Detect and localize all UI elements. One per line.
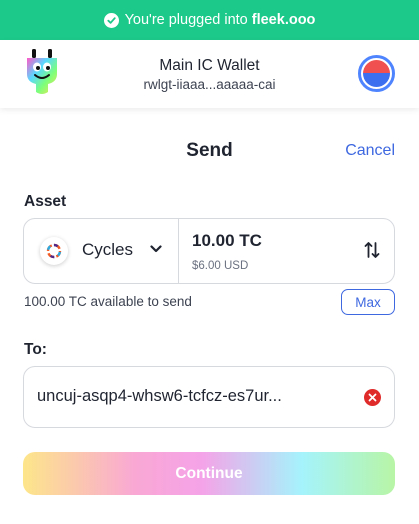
continue-button[interactable]: Continue: [23, 452, 395, 495]
recipient-field[interactable]: uncuj-asqp4-whsw6-tcfcz-es7ur...: [23, 366, 395, 428]
wallet-principal-id[interactable]: rwlgt-iiaaa...aaaaa-cai: [0, 77, 419, 92]
clear-icon[interactable]: [364, 389, 381, 406]
wallet-header: Main IC Wallet rwlgt-iiaaa...aaaaa-cai: [0, 40, 419, 108]
chevron-down-icon: [150, 245, 162, 253]
recipient-address[interactable]: uncuj-asqp4-whsw6-tcfcz-es7ur...: [37, 387, 282, 406]
max-button[interactable]: Max: [341, 289, 395, 315]
usd-value: $6.00 USD: [192, 260, 249, 272]
cancel-button[interactable]: Cancel: [345, 142, 395, 160]
token-selector[interactable]: Cycles: [24, 219, 179, 283]
wallet-name: Main IC Wallet: [159, 57, 260, 74]
swap-arrows-icon[interactable]: [364, 240, 380, 260]
token-name: Cycles: [82, 240, 134, 259]
account-avatar[interactable]: [358, 55, 395, 92]
check-circle-icon: [103, 12, 119, 28]
plug-status-banner: You're plugged into fleek.ooo: [0, 0, 419, 40]
asset-input-group: Cycles 10.00 TC $6.00 USD: [23, 218, 395, 284]
asset-label: Asset: [24, 193, 67, 210]
cycles-icon: [40, 237, 68, 265]
banner-text: You're plugged into: [124, 12, 248, 28]
to-label: To:: [24, 341, 47, 358]
amount-input[interactable]: 10.00 TC: [192, 231, 262, 251]
available-balance: 100.00 TC available to send: [24, 294, 192, 309]
banner-brand: fleek.ooo: [251, 12, 316, 28]
